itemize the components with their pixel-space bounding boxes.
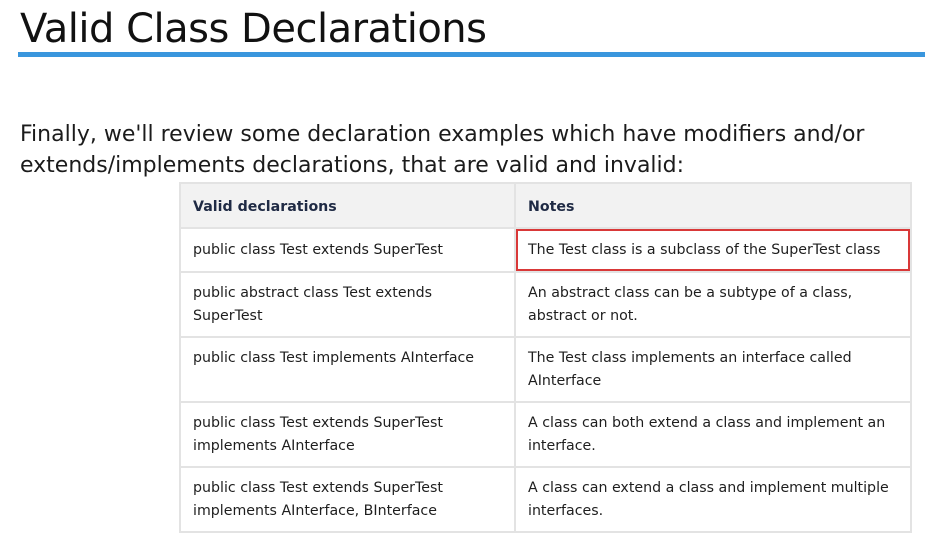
header-notes: Notes bbox=[514, 182, 912, 229]
note-cell: An abstract class can be a subtype of a … bbox=[514, 271, 912, 338]
table-row: public class Test extends SuperTest impl… bbox=[179, 401, 912, 468]
slide: Valid Class Declarations Finally, we'll … bbox=[0, 0, 925, 535]
table-row: public class Test extends SuperTest impl… bbox=[179, 466, 912, 533]
note-cell: A class can both extend a class and impl… bbox=[514, 401, 912, 468]
declaration-cell: public abstract class Test extends Super… bbox=[179, 271, 516, 338]
table-row: public class Test extends SuperTest The … bbox=[179, 227, 912, 273]
declaration-cell: public class Test extends SuperTest impl… bbox=[179, 401, 516, 468]
table-row: public class Test implements AInterface … bbox=[179, 336, 912, 403]
note-cell: A class can extend a class and implement… bbox=[514, 466, 912, 533]
title-underline bbox=[18, 52, 925, 57]
declaration-cell: public class Test implements AInterface bbox=[179, 336, 516, 403]
intro-paragraph: Finally, we'll review some declaration e… bbox=[20, 122, 865, 178]
table-row: public abstract class Test extends Super… bbox=[179, 271, 912, 338]
table-header-row: Valid declarations Notes bbox=[179, 182, 912, 229]
note-cell: The Test class implements an interface c… bbox=[514, 336, 912, 403]
page-title: Valid Class Declarations bbox=[20, 6, 487, 52]
declaration-cell: public class Test extends SuperTest impl… bbox=[179, 466, 516, 533]
header-valid-declarations: Valid declarations bbox=[179, 182, 516, 229]
declarations-table-container: Valid declarations Notes public class Te… bbox=[179, 182, 912, 533]
declaration-cell: public class Test extends SuperTest bbox=[179, 227, 516, 273]
declarations-table: Valid declarations Notes public class Te… bbox=[179, 182, 912, 533]
note-cell-highlighted: The Test class is a subclass of the Supe… bbox=[514, 227, 912, 273]
